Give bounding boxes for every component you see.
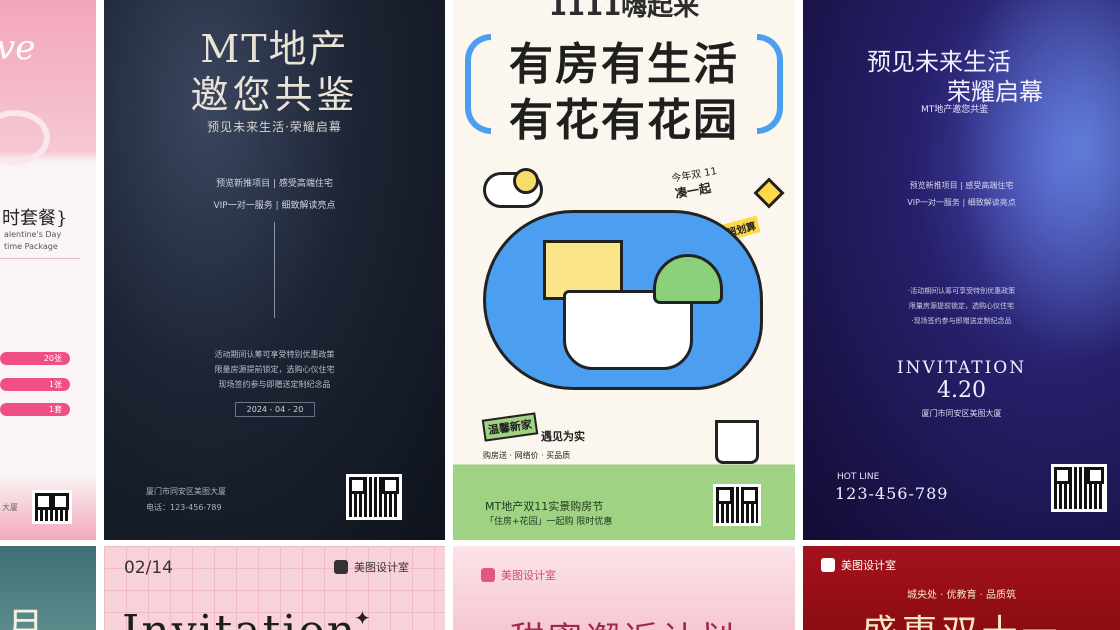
vertical-divider	[274, 222, 275, 318]
sparkle-icon	[753, 177, 785, 209]
tag-3: 购房送 · 网络价 · 买品质	[483, 451, 571, 460]
hotline-label: HOT LINE	[837, 472, 880, 482]
poster-subtitle: MT地产邀您共鉴	[921, 105, 989, 115]
qr-code	[713, 484, 761, 526]
tagline: 城央处 · 优教育 · 品质筑	[906, 590, 1017, 601]
brand-name: 美图设计室	[841, 559, 896, 572]
date-label: 02/14	[124, 558, 173, 578]
poster-title: 月	[6, 605, 45, 630]
poster-title: Invitation	[122, 606, 357, 630]
package-item-pill: 1套	[0, 403, 70, 416]
package-subtitle-2: time Package	[4, 242, 58, 251]
feature-line-2: VIP一对一服务 | 细致解读亮点	[907, 198, 1016, 207]
template-grid: ve 时套餐} alentine's Day time Package 20张 …	[0, 0, 1120, 630]
promo-text-3: ·现场签约参与即赠送定制纪念品	[911, 317, 1012, 325]
poster-title: 盛惠双十一	[803, 604, 1120, 630]
brand-name: 美图设计室	[501, 569, 556, 582]
package-subtitle-1: alentine's Day	[4, 230, 62, 239]
promo-text-3: 现场签约参与即赠送定制纪念品	[218, 380, 331, 389]
package-item-pill: 1张	[0, 378, 70, 391]
template-card-double11-red[interactable]: 美图设计室 城央处 · 优教育 · 品质筑 盛惠双十一	[803, 546, 1120, 630]
poster-title-line2: 邀您共鉴	[190, 73, 359, 117]
coffee-cup-icon	[715, 420, 759, 464]
hotline-number: 123-456-789	[835, 484, 949, 503]
address-text: 厦门市同安区美图大厦	[921, 409, 1002, 418]
script-title: ve	[0, 28, 36, 68]
promo-text-2: 限量房源提前锁定，选购心仪住宅	[909, 302, 1014, 310]
promo-text-1: ·活动期间认筹可享受特别优惠政策	[907, 287, 1016, 295]
event-date: 2024 - 04 - 20	[235, 402, 315, 417]
qr-code	[32, 490, 72, 524]
template-card-future-life-purple[interactable]: 预见未来生活 荣耀启幕 MT地产邀您共鉴 预览新推项目 | 感受高端住宅 VIP…	[803, 0, 1120, 540]
template-card-double11-illustration[interactable]: 1111嗨起来 有房有生活 有花有花园 今年双 11 凑一起 超划算 温馨新家 …	[453, 0, 795, 540]
poster-subtitle: 预见未来生活·荣耀启幕	[207, 120, 342, 134]
tag-1: 温馨新家	[481, 412, 539, 442]
package-item-pill: 20张	[0, 352, 70, 365]
brand-logo-icon	[481, 568, 495, 582]
footer-line-2: 「住房+花园」一起购 限时优惠	[485, 517, 613, 527]
qr-code	[346, 474, 402, 520]
divider	[0, 258, 80, 259]
feature-line-2: VIP一对一服务 | 细致解读亮点	[213, 201, 336, 211]
package-title: 时套餐}	[2, 208, 68, 229]
template-card-valentine-package[interactable]: ve 时套餐} alentine's Day time Package 20张 …	[0, 0, 96, 540]
address-text: 大厦	[2, 503, 18, 512]
brand-logo-icon	[821, 558, 835, 572]
poster-headline-2: 有花有花园	[509, 95, 739, 146]
qr-code	[1051, 464, 1107, 512]
poster-headline-1: 有房有生活	[509, 39, 739, 90]
tag-2: 遇见为实	[541, 430, 585, 443]
sun-icon	[513, 168, 539, 194]
invitation-label: INVITATION	[896, 358, 1027, 378]
ring-image	[0, 110, 50, 165]
footer-line-1: MT地产双11实景购房节	[485, 500, 604, 513]
brand-logo-icon	[334, 560, 348, 574]
poster-title: 甜蜜邂逅计划	[453, 612, 795, 630]
feature-line-1: 预览新推项目 | 感受高端住宅	[216, 179, 333, 189]
template-card-mt-realestate-dark[interactable]: MT地产 邀您共鉴 预见未来生活·荣耀启幕 预览新推项目 | 感受高端住宅 VI…	[104, 0, 445, 540]
feature-line-1: 预览新推项目 | 感受高端住宅	[909, 181, 1014, 190]
poster-top-banner: 1111嗨起来	[548, 0, 700, 22]
template-card-sweet-plan[interactable]: 美图设计室 甜蜜邂逅计划	[453, 546, 795, 630]
template-card-valentine-invitation[interactable]: 02/14 美图设计室 ✦ Invitation	[104, 546, 445, 630]
promo-text-1: 活动期间认筹可享受特别优惠政策	[214, 350, 335, 359]
address-text: 厦门市同安区美图大厦	[146, 487, 226, 496]
template-card-teal[interactable]: 月	[0, 546, 96, 630]
event-date: 4.20	[937, 378, 986, 403]
brand-name: 美图设计室	[354, 561, 409, 574]
promo-text-2: 限量房源提前锁定，选购心仪住宅	[214, 365, 335, 374]
phone-text: 电话：123-456-789	[146, 503, 222, 512]
